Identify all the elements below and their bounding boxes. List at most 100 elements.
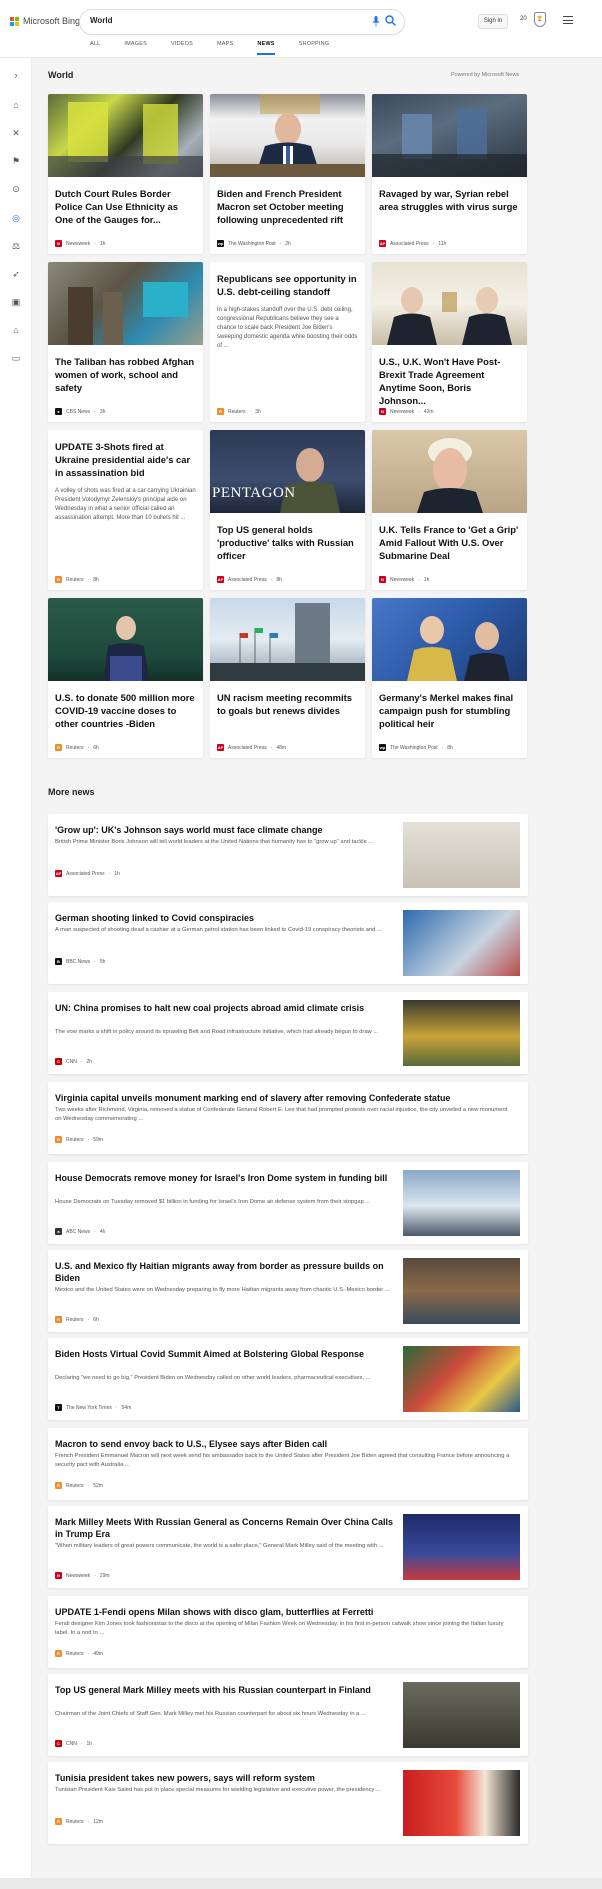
news-row-title[interactable]: UPDATE 1-Fendi opens Milan shows with di… [55, 1606, 515, 1618]
source-name: Reuters [66, 1818, 84, 1825]
news-row-title[interactable]: 'Grow up': UK's Johnson says world must … [55, 824, 395, 836]
tab-news[interactable]: NEWS [257, 40, 275, 55]
bank-icon[interactable]: ⌂ [11, 325, 21, 335]
time-ago: 1h [423, 576, 430, 583]
news-row-title[interactable]: UN: China promises to halt new coal proj… [55, 1002, 395, 1014]
card-title[interactable]: Ravaged by war, Syrian rebel area strugg… [372, 177, 527, 213]
news-row[interactable]: UPDATE 1-Fendi opens Milan shows with di… [48, 1596, 528, 1668]
news-card[interactable]: U.K. Tells France to 'Get a Grip' Amid F… [372, 430, 527, 590]
news-thumbnail[interactable] [403, 822, 520, 888]
news-row-title[interactable]: House Democrats remove money for Israel'… [55, 1172, 395, 1184]
menu-icon[interactable] [563, 16, 573, 24]
news-row[interactable]: Biden Hosts Virtual Covid Summit Aimed a… [48, 1338, 528, 1420]
news-row-title[interactable]: Tunisia president takes new powers, says… [55, 1772, 395, 1784]
separator: · [87, 1136, 90, 1143]
card-title[interactable]: Republicans see opportunity in U.S. debt… [210, 262, 365, 298]
news-row-title[interactable]: German shooting linked to Covid conspira… [55, 912, 395, 924]
chevron-right-icon[interactable]: › [11, 70, 21, 80]
tab-all[interactable]: ALL [90, 40, 100, 55]
news-thumbnail[interactable] [403, 1346, 520, 1412]
card-title[interactable]: Top US general holds 'productive' talks … [210, 513, 365, 562]
news-thumbnail[interactable] [403, 1682, 520, 1748]
news-row-title[interactable]: Biden Hosts Virtual Covid Summit Aimed a… [55, 1348, 395, 1360]
rocket-icon[interactable]: ➶ [11, 269, 21, 279]
news-row-source: AP Associated Press · 1h [55, 870, 120, 877]
tools-icon[interactable]: ✕ [11, 128, 21, 138]
news-row[interactable]: German shooting linked to Covid conspira… [48, 902, 528, 984]
card-title[interactable]: Dutch Court Rules Border Police Can Use … [48, 177, 203, 226]
tab-shopping[interactable]: SHOPPING [299, 40, 330, 55]
news-row[interactable]: Macron to send envoy back to U.S., Elyse… [48, 1428, 528, 1500]
news-row-title[interactable]: Virginia capital unveils monument markin… [55, 1092, 515, 1104]
tab-maps[interactable]: MAPS [217, 40, 233, 55]
news-row[interactable]: 'Grow up': UK's Johnson says world must … [48, 814, 528, 896]
news-thumbnail[interactable] [403, 1000, 520, 1066]
news-row[interactable]: U.S. and Mexico fly Haitian migrants awa… [48, 1250, 528, 1332]
news-row[interactable]: Mark Milley Meets With Russian General a… [48, 1506, 528, 1588]
card-title[interactable]: U.S. to donate 500 million more COVID-19… [48, 681, 203, 730]
news-card[interactable]: UN racism meeting recommits to goals but… [210, 598, 365, 758]
search-input[interactable]: World [90, 16, 113, 25]
news-card[interactable]: Ravaged by war, Syrian rebel area strugg… [372, 94, 527, 254]
news-thumbnail[interactable] [403, 1170, 520, 1236]
news-row[interactable]: UN: China promises to halt new coal proj… [48, 992, 528, 1074]
globe-icon[interactable]: ◎ [11, 213, 21, 223]
source-logo-icon: AP [55, 870, 62, 877]
news-row-title[interactable]: Macron to send envoy back to U.S., Elyse… [55, 1438, 515, 1450]
rewards-count[interactable]: 20 [520, 16, 527, 22]
news-card[interactable]: Germany's Merkel makes final campaign pu… [372, 598, 527, 758]
news-image [210, 598, 365, 681]
card-source: AP Associated Press · 11h [379, 240, 447, 247]
scale-icon[interactable]: ⚖ [11, 241, 21, 251]
location-pin-icon[interactable]: ⊙ [11, 184, 21, 194]
news-row[interactable]: Virginia capital unveils monument markin… [48, 1082, 528, 1154]
rewards-trophy-icon[interactable]: 🏆 [534, 12, 546, 27]
tab-videos[interactable]: VIDEOS [171, 40, 193, 55]
video-icon[interactable]: ▣ [11, 297, 21, 307]
news-card[interactable]: PENTAGON Top US general holds 'productiv… [210, 430, 365, 590]
card-title[interactable]: U.S., U.K. Won't Have Post-Brexit Trade … [372, 345, 527, 407]
news-thumbnail[interactable] [403, 1770, 520, 1836]
news-card[interactable]: U.S. to donate 500 million more COVID-19… [48, 598, 203, 758]
card-icon[interactable]: ▭ [11, 353, 21, 363]
sign-in-button[interactable]: Sign in [478, 14, 508, 29]
bing-logo[interactable]: Microsoft Bing [10, 16, 80, 26]
news-card[interactable]: Republicans see opportunity in U.S. debt… [210, 262, 365, 422]
time-ago: 8h [276, 576, 282, 583]
flag-icon[interactable]: ⚑ [11, 156, 21, 166]
tab-images[interactable]: IMAGES [124, 40, 147, 55]
news-image: PENTAGON [210, 430, 365, 513]
search-icon[interactable] [385, 15, 396, 29]
card-title[interactable]: U.K. Tells France to 'Get a Grip' Amid F… [372, 513, 527, 562]
news-thumbnail[interactable] [403, 1514, 520, 1580]
news-row-source: C CNN · 1h [55, 1740, 92, 1747]
news-row-source: a ABC News · 4h [55, 1228, 105, 1235]
news-card[interactable]: The Taliban has robbed Afghan women of w… [48, 262, 203, 422]
separator: · [87, 1650, 90, 1657]
image-caption: PENTAGON [212, 485, 296, 501]
news-row-title[interactable]: U.S. and Mexico fly Haitian migrants awa… [55, 1260, 395, 1284]
news-row[interactable]: Tunisia president takes new powers, says… [48, 1762, 528, 1844]
separator: · [87, 1316, 90, 1323]
separator: · [80, 1058, 83, 1065]
news-card[interactable]: UPDATE 3-Shots fired at Ukraine presiden… [48, 430, 203, 590]
search-box[interactable]: World [80, 10, 404, 34]
card-title[interactable]: Germany's Merkel makes final campaign pu… [372, 681, 527, 730]
news-card[interactable]: Dutch Court Rules Border Police Can Use … [48, 94, 203, 254]
home-icon[interactable]: ⌂ [11, 100, 21, 110]
news-row-title[interactable]: Top US general Mark Milley meets with hi… [55, 1684, 395, 1696]
card-title[interactable]: The Taliban has robbed Afghan women of w… [48, 345, 203, 394]
card-title[interactable]: UPDATE 3-Shots fired at Ukraine presiden… [48, 430, 203, 479]
news-row-title[interactable]: Mark Milley Meets With Russian General a… [55, 1516, 395, 1540]
news-thumbnail[interactable] [403, 910, 520, 976]
news-card[interactable]: U.S., U.K. Won't Have Post-Brexit Trade … [372, 262, 527, 422]
microphone-icon[interactable] [372, 16, 380, 28]
news-row[interactable]: Top US general Mark Milley meets with hi… [48, 1674, 528, 1756]
news-thumbnail[interactable] [403, 1258, 520, 1324]
news-card[interactable]: Biden and French President Macron set Oc… [210, 94, 365, 254]
news-row[interactable]: House Democrats remove money for Israel'… [48, 1162, 528, 1244]
source-logo-icon: C [55, 1740, 62, 1747]
card-title[interactable]: Biden and French President Macron set Oc… [210, 177, 365, 226]
news-row-source: B BBC News · 5h [55, 958, 105, 965]
card-title[interactable]: UN racism meeting recommits to goals but… [210, 681, 365, 717]
